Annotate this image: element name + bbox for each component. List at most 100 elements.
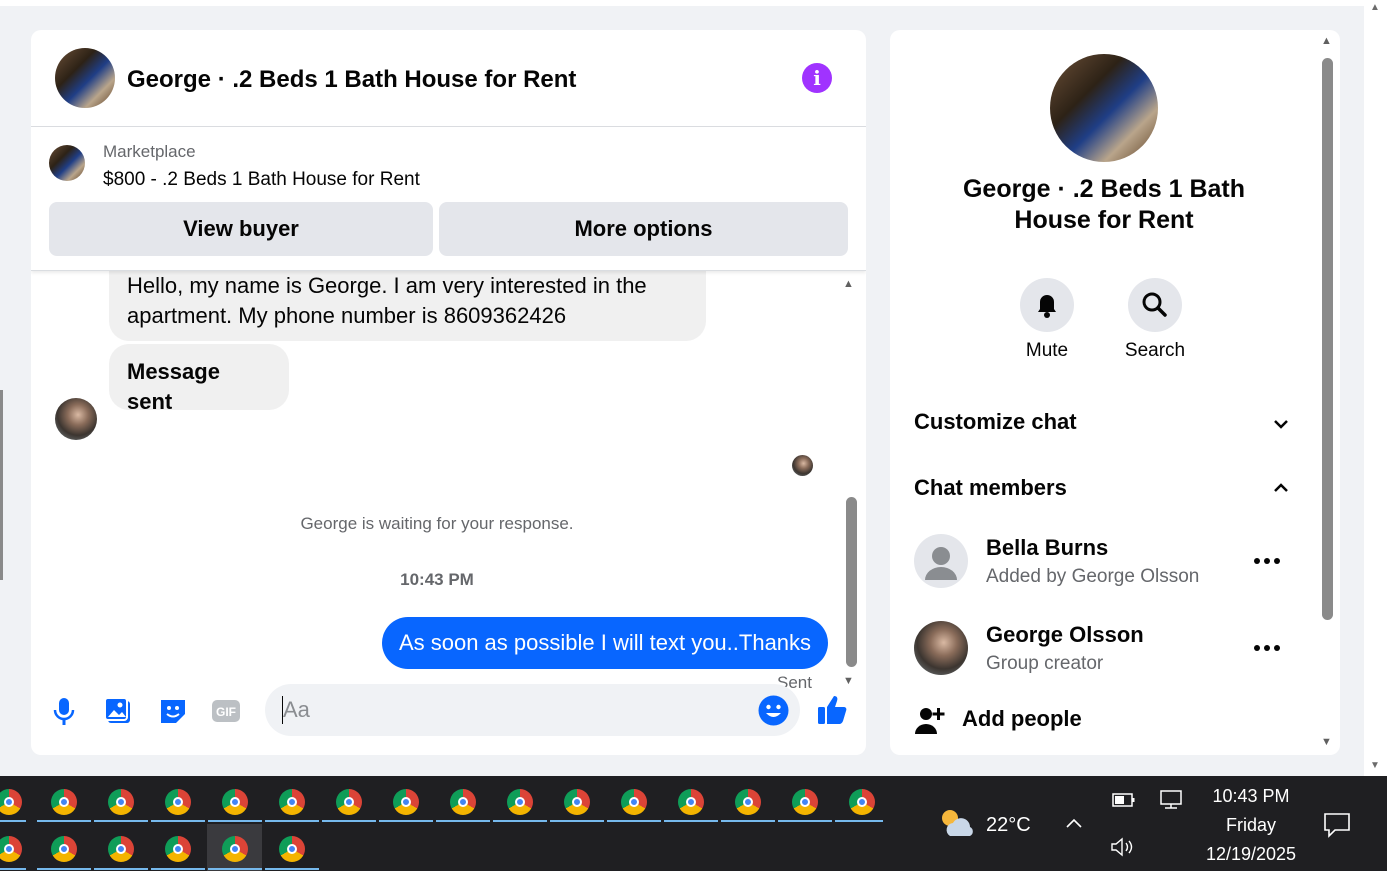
sender-avatar[interactable] xyxy=(55,398,97,440)
taskbar-indicator xyxy=(37,820,91,822)
taskbar-indicator xyxy=(0,868,26,870)
member-name[interactable]: George Olsson xyxy=(986,622,1144,648)
add-people-button[interactable]: Add people xyxy=(962,706,1082,732)
chrome-icon[interactable] xyxy=(279,789,305,815)
chrome-icon[interactable] xyxy=(51,836,77,862)
listing-title[interactable]: $800 - .2 Beds 1 Bath House for Rent xyxy=(103,169,420,191)
chrome-icon[interactable] xyxy=(393,789,419,815)
taskbar-indicator xyxy=(835,820,883,822)
member-name[interactable]: Bella Burns xyxy=(986,535,1108,561)
chrome-icon[interactable] xyxy=(165,789,191,815)
chrome-icon[interactable] xyxy=(108,836,134,862)
page-scroll-up-icon[interactable]: ▲ xyxy=(1370,2,1380,13)
messages-scroll-up-icon[interactable]: ▲ xyxy=(843,278,854,290)
microphone-icon[interactable] xyxy=(49,694,79,728)
gif-icon[interactable]: GIF xyxy=(211,694,241,728)
search-icon xyxy=(1142,292,1167,317)
listing-thumbnail[interactable] xyxy=(49,145,85,181)
weather-temperature[interactable]: 22°C xyxy=(986,814,1031,837)
panel-scroll-down-icon[interactable]: ▼ xyxy=(1321,736,1332,748)
member-avatar[interactable] xyxy=(914,534,968,588)
emoji-icon[interactable] xyxy=(758,695,789,726)
taskbar-indicator xyxy=(37,868,91,870)
taskbar-indicator xyxy=(493,820,547,822)
taskbar-indicator xyxy=(265,820,319,822)
taskbar-indicator xyxy=(265,868,319,870)
listing-avatar[interactable] xyxy=(55,48,115,108)
more-icon[interactable] xyxy=(1252,643,1282,653)
member-role: Added by George Olsson xyxy=(986,566,1200,587)
more-icon[interactable] xyxy=(1252,556,1282,566)
page-scroll-down-icon[interactable]: ▼ xyxy=(1370,760,1380,771)
chrome-icon[interactable] xyxy=(792,789,818,815)
chevron-down-icon[interactable] xyxy=(1270,413,1292,435)
chevron-up-icon[interactable] xyxy=(1270,477,1292,499)
bell-icon xyxy=(1038,295,1056,318)
chrome-icon[interactable] xyxy=(450,789,476,815)
chrome-icon[interactable] xyxy=(564,789,590,815)
battery-icon[interactable] xyxy=(1112,792,1136,808)
panel-scroll-up-icon[interactable]: ▲ xyxy=(1321,35,1332,47)
chevron-up-icon[interactable] xyxy=(1064,816,1084,830)
message-list: Hello, my name is George. I am very inte… xyxy=(31,251,866,692)
marketplace-label: Marketplace xyxy=(103,142,196,161)
taskbar-indicator xyxy=(151,820,205,822)
volume-icon[interactable] xyxy=(1110,837,1136,857)
taskbar-indicator xyxy=(436,820,490,822)
chrome-icon[interactable] xyxy=(735,789,761,815)
chrome-icon[interactable] xyxy=(849,789,875,815)
taskbar-indicator xyxy=(94,820,148,822)
member-role: Group creator xyxy=(986,653,1104,674)
mute-label: Mute xyxy=(1025,340,1069,361)
messages-scroll-thumb[interactable] xyxy=(846,497,857,667)
conversation-avatar[interactable] xyxy=(1050,54,1158,162)
taskbar-indicator xyxy=(94,868,148,870)
gallery-icon[interactable] xyxy=(103,694,133,728)
chrome-icon[interactable] xyxy=(0,789,22,815)
view-buyer-button[interactable]: View buyer xyxy=(49,202,433,256)
chrome-icon[interactable] xyxy=(507,789,533,815)
search-button[interactable] xyxy=(1128,278,1182,332)
clock-day[interactable]: Friday xyxy=(1190,815,1312,836)
windows-taskbar: 22°C 10:43 PM Friday 12/19/2025 xyxy=(0,776,1387,871)
chrome-icon[interactable] xyxy=(165,836,191,862)
chrome-icon[interactable] xyxy=(279,836,305,862)
page-scrollbar[interactable]: ▲ ▼ xyxy=(1364,0,1387,776)
chrome-icon[interactable] xyxy=(222,836,248,862)
conversation-info-panel: ▲ ▼ George · .2 Beds 1 Bath House for Re… xyxy=(890,30,1340,755)
network-icon[interactable] xyxy=(1158,790,1184,810)
taskbar-indicator xyxy=(151,868,205,870)
thumbs-up-icon[interactable] xyxy=(815,692,851,728)
customize-chat-header[interactable]: Customize chat xyxy=(914,409,1077,435)
search-label: Search xyxy=(1124,340,1186,361)
taskbar-indicator xyxy=(778,820,832,822)
taskbar-indicator xyxy=(550,820,604,822)
chrome-icon[interactable] xyxy=(0,836,22,862)
chat-header: George · .2 Beds 1 Bath House for Rent i xyxy=(31,30,866,127)
panel-scroll-thumb[interactable] xyxy=(1322,58,1333,620)
add-person-icon[interactable] xyxy=(914,704,946,736)
clock-date[interactable]: 12/19/2025 xyxy=(1190,844,1312,865)
clock-time[interactable]: 10:43 PM xyxy=(1190,786,1312,807)
chat-members-header[interactable]: Chat members xyxy=(914,475,1067,501)
left-scroll-thumb[interactable] xyxy=(0,390,3,580)
chat-title[interactable]: George · .2 Beds 1 Bath House for Rent xyxy=(127,66,576,94)
sticker-icon[interactable] xyxy=(158,694,188,728)
chrome-icon[interactable] xyxy=(51,789,77,815)
chrome-icon[interactable] xyxy=(222,789,248,815)
message-input[interactable]: Aa xyxy=(265,684,800,736)
more-options-button[interactable]: More options xyxy=(439,202,848,256)
chrome-icon[interactable] xyxy=(336,789,362,815)
info-icon[interactable]: i xyxy=(802,63,832,93)
taskbar-indicator xyxy=(208,820,262,822)
chrome-icon[interactable] xyxy=(108,789,134,815)
mute-button[interactable] xyxy=(1020,278,1074,332)
taskbar-indicator xyxy=(208,868,262,870)
notification-icon[interactable] xyxy=(1323,812,1351,838)
chrome-icon[interactable] xyxy=(621,789,647,815)
marketplace-bar: Marketplace $800 - .2 Beds 1 Bath House … xyxy=(31,127,866,271)
weather-icon[interactable] xyxy=(938,806,974,840)
member-avatar[interactable] xyxy=(914,621,968,675)
chrome-icon[interactable] xyxy=(678,789,704,815)
composer: GIF Aa xyxy=(31,676,866,755)
